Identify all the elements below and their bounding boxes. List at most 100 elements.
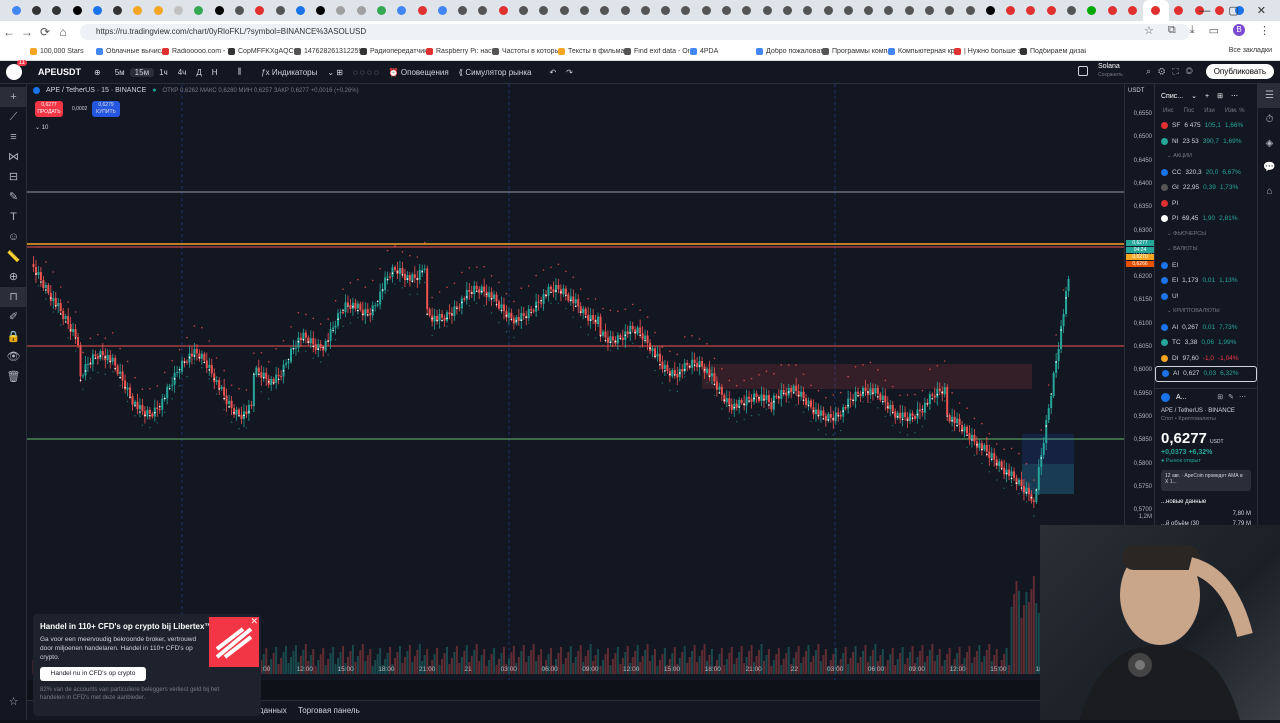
text-icon[interactable]: T: [0, 207, 27, 227]
browser-tab[interactable]: [351, 0, 371, 21]
browser-tab[interactable]: [189, 0, 209, 21]
browser-tab[interactable]: [168, 0, 188, 21]
currency-label[interactable]: USDT: [1128, 88, 1144, 94]
zoom-icon[interactable]: ⊕: [0, 267, 27, 287]
browser-tab[interactable]: [798, 0, 818, 21]
browser-tab[interactable]: [899, 0, 919, 21]
columns-icon[interactable]: ⊞: [1217, 92, 1223, 100]
replay-button[interactable]: ⟪ Симулятор рынка: [454, 68, 537, 77]
interval-4ч[interactable]: 4ч: [173, 68, 192, 77]
bookmark-item[interactable]: Компьютерная кри...: [888, 48, 954, 55]
watchlist-row[interactable]: NI 23 53 390,7 1,69%: [1155, 134, 1257, 150]
watchlist-section[interactable]: ⌄ КРИПТОВАЛЮТЫ: [1155, 304, 1257, 320]
chart-type-icon[interactable]: ⫼: [233, 67, 247, 77]
all-bookmarks-link[interactable]: Все закладки: [1229, 47, 1272, 54]
browser-tab[interactable]: [107, 0, 127, 21]
magnet-icon[interactable]: ⊓: [0, 287, 27, 307]
top-right-icons[interactable]: ⌕⚙⛶◎: [1146, 66, 1200, 77]
alerts-clock-icon[interactable]: ⏱: [1258, 108, 1280, 132]
watchlist-row[interactable]: GI 22,95 0,39 1,73%: [1155, 180, 1257, 196]
layers-icon[interactable]: ◈: [1258, 132, 1280, 156]
browser-tab[interactable]: [26, 0, 46, 21]
bookmark-item[interactable]: Облачные вычисле...: [96, 48, 162, 55]
redo-icon[interactable]: ↷: [561, 68, 578, 77]
watchlist-row[interactable]: EI: [1155, 258, 1257, 274]
browser-tab[interactable]: [757, 0, 777, 21]
browser-tab[interactable]: [737, 0, 757, 21]
watchlist-row[interactable]: U!: [1155, 289, 1257, 305]
chevron-down-icon[interactable]: ⌄: [1191, 92, 1197, 100]
detail-short-name[interactable]: A...: [1176, 394, 1187, 401]
bookmark-item[interactable]: 4PDA: [690, 48, 756, 55]
browser-tab[interactable]: [87, 0, 107, 21]
browser-tab[interactable]: [1021, 0, 1041, 21]
watchlist-column-header[interactable]: Инс: [1163, 108, 1174, 118]
browser-tab[interactable]: [371, 0, 391, 21]
interval-Н[interactable]: Н: [207, 68, 223, 77]
buy-button[interactable]: 0,6279 КУПИТЬ: [92, 101, 120, 117]
interval-5м[interactable]: 5м: [110, 68, 130, 77]
watchlist-section[interactable]: ⌄ АКЦИИ: [1155, 149, 1257, 165]
menu-icon[interactable]: ⋮: [1259, 24, 1270, 37]
lock-icon[interactable]: 🔒: [0, 327, 27, 347]
watchlist-row[interactable]: PI 69,45 1,90 2,81%: [1155, 211, 1257, 227]
indicators-button[interactable]: ƒx Индикаторы: [256, 68, 322, 77]
downloads-icon[interactable]: ⤓: [1190, 24, 1195, 37]
browser-tab[interactable]: [1001, 0, 1021, 21]
eye-icon[interactable]: 👁: [0, 347, 27, 367]
symbol-search[interactable]: APEUSDT: [38, 67, 81, 77]
maximize-icon[interactable]: ▢: [1228, 4, 1238, 17]
favorites-icon[interactable]: ☆: [0, 692, 27, 712]
bookmark-item[interactable]: 1476282613122595...: [294, 48, 360, 55]
interval-1ч[interactable]: 1ч: [154, 68, 173, 77]
browser-tab[interactable]: [270, 0, 290, 21]
browser-tab[interactable]: [858, 0, 878, 21]
browser-tab[interactable]: [777, 0, 797, 21]
browser-tab[interactable]: [838, 0, 858, 21]
tab-data[interactable]: данных: [259, 706, 287, 715]
news-item[interactable]: 12 авг. · ApeCoin проведет АМА в X 1...: [1161, 469, 1251, 491]
browser-tab[interactable]: [676, 0, 696, 21]
browser-tab[interactable]: [290, 0, 310, 21]
bookmark-item[interactable]: Raspberry Pi: настр...: [426, 48, 492, 55]
undo-icon[interactable]: ↶: [544, 68, 561, 77]
brush-icon[interactable]: ✎: [0, 187, 27, 207]
bookmark-item[interactable]: Частоты в который...: [492, 48, 558, 55]
browser-tab[interactable]: [1142, 0, 1169, 21]
browser-tab[interactable]: [1041, 0, 1061, 21]
watchlist-row[interactable]: CC 320,3 20,0 6,67%: [1155, 165, 1257, 181]
watchlist-row[interactable]: EI 1,173 0,01 1,13%: [1155, 273, 1257, 289]
bookmark-item[interactable]: | Нужно больше зо...: [954, 48, 1020, 55]
browser-tab[interactable]: [47, 0, 67, 21]
browser-tab[interactable]: [1102, 0, 1122, 21]
lock-drawing-icon[interactable]: ✐: [0, 307, 27, 327]
browser-tab[interactable]: [595, 0, 615, 21]
close-window-icon[interactable]: ✕: [1257, 4, 1266, 17]
back-icon[interactable]: ←: [0, 25, 18, 39]
extensions-icon[interactable]: ⧉: [1168, 24, 1176, 37]
sidebar-icon[interactable]: ▭: [1209, 24, 1219, 37]
browser-tab[interactable]: [331, 0, 351, 21]
bookmark-item[interactable]: 100,000 Stars: [30, 48, 96, 55]
watchlist-row[interactable]: DI 97,60 -1,0 -1,04%: [1155, 351, 1257, 367]
projection-icon[interactable]: ⊟: [0, 167, 27, 187]
indicator-count[interactable]: ⌄ 10: [35, 124, 48, 131]
watchlist-column-header[interactable]: Изи: [1204, 108, 1214, 118]
browser-tab[interactable]: [128, 0, 148, 21]
ad-cta-button[interactable]: Handel nu in CFD's op crypto: [40, 667, 146, 681]
watchlist-column-header[interactable]: Изм. %: [1225, 108, 1245, 118]
watchlist-icon[interactable]: ☰: [1258, 84, 1280, 108]
home-icon[interactable]: ⌂: [54, 25, 72, 39]
browser-tab[interactable]: [493, 0, 513, 21]
watchlist-section[interactable]: ⌄ ФЬЮЧЕРСЫ: [1155, 227, 1257, 243]
bookmark-star-icon[interactable]: ☆: [1144, 24, 1154, 37]
alerts-button[interactable]: ⏰ Оповещения: [384, 68, 454, 77]
reload-icon[interactable]: ⟳: [36, 25, 54, 39]
bookmark-item[interactable]: Find exif data - Onli...: [624, 48, 690, 55]
browser-tab[interactable]: [513, 0, 533, 21]
browser-tab[interactable]: [392, 0, 412, 21]
watchlist-row[interactable]: AI 0,267 0,01 7,73%: [1155, 320, 1257, 336]
crosshair-icon[interactable]: +: [0, 87, 27, 107]
watchlist-row[interactable]: AI 0,627 0,03 6,32%: [1155, 366, 1257, 382]
layout-name[interactable]: Solana Сохранить: [1098, 63, 1123, 79]
